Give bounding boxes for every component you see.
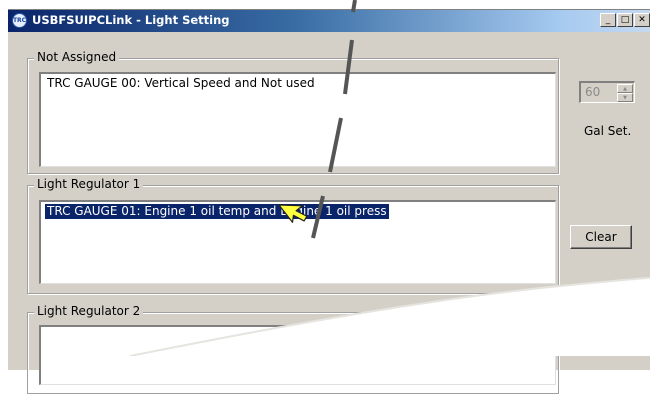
light-regulator-1-list[interactable]: TRC GAUGE 01: Engine 1 oil temp and Engi… xyxy=(39,200,556,284)
window-title: USBFSUIPCLink - Light Setting xyxy=(32,13,230,27)
clear-button-label: Clear xyxy=(585,230,617,244)
clear-button[interactable]: Clear xyxy=(570,225,632,249)
gal-stepper-value: 60 xyxy=(585,85,601,99)
gal-stepper[interactable]: 60 ▲ ▼ xyxy=(579,81,635,103)
maximize-button[interactable]: □ xyxy=(617,13,633,27)
not-assigned-group: Not Assigned TRC GAUGE 00: Vertical Spee… xyxy=(27,50,559,174)
close-icon: ✕ xyxy=(638,15,646,25)
minimize-icon: _ xyxy=(605,15,611,25)
gal-set-label: Gal Set. xyxy=(584,124,632,138)
stepper-down-icon[interactable]: ▼ xyxy=(617,93,633,102)
stepper-arrows: ▲ ▼ xyxy=(617,84,633,102)
maximize-icon: □ xyxy=(620,15,630,25)
light-regulator-2-label: Light Regulator 2 xyxy=(34,304,144,318)
app-logo-icon: TRC xyxy=(12,13,27,28)
app-window: TRC USBFSUIPCLink - Light Setting _ □ ✕ … xyxy=(8,9,650,394)
list-item-selected[interactable]: TRC GAUGE 01: Engine 1 oil temp and Engi… xyxy=(45,204,389,219)
title-bar[interactable]: TRC USBFSUIPCLink - Light Setting _ □ ✕ xyxy=(8,10,650,32)
light-regulator-1-group: Light Regulator 1 TRC GAUGE 01: Engine 1… xyxy=(27,177,559,294)
stepper-up-icon[interactable]: ▲ xyxy=(617,84,633,93)
not-assigned-label: Not Assigned xyxy=(34,50,120,64)
light-regulator-1-label: Light Regulator 1 xyxy=(34,177,144,191)
not-assigned-list[interactable]: TRC GAUGE 00: Vertical Speed and Not use… xyxy=(39,72,556,167)
list-item[interactable]: TRC GAUGE 00: Vertical Speed and Not use… xyxy=(47,76,315,91)
minimize-button[interactable]: _ xyxy=(600,13,616,27)
window-controls: _ □ ✕ xyxy=(599,13,650,27)
light-regulator-2-list[interactable] xyxy=(39,325,556,385)
close-button[interactable]: ✕ xyxy=(634,13,650,27)
light-regulator-2-group: Light Regulator 2 xyxy=(27,304,559,394)
